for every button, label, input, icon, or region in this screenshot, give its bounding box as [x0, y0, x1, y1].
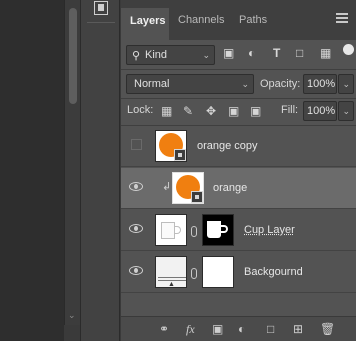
- clipping-arrow-icon: ↲: [162, 181, 172, 193]
- mask-shape: [207, 221, 221, 238]
- panel-tabs: Layers Channels Paths: [121, 0, 356, 40]
- thumbnail-triangle-icon: ▲: [168, 281, 175, 288]
- image-filter-icon[interactable]: ▣: [223, 46, 234, 60]
- lock-artboard-icon[interactable]: ▣: [228, 104, 239, 118]
- eye-icon[interactable]: [129, 266, 143, 275]
- layer-thumbnail: [155, 214, 187, 246]
- new-group-icon[interactable]: □: [267, 322, 274, 336]
- chevron-down-icon: ⌄: [241, 79, 249, 89]
- layer-name: orange: [213, 182, 248, 194]
- layer-row-cup-layer[interactable]: Cup Layer: [121, 210, 356, 251]
- opacity-value: 100%: [307, 78, 336, 90]
- eye-icon[interactable]: [129, 224, 143, 233]
- type-filter-icon[interactable]: T: [273, 46, 280, 60]
- lock-transparent-icon[interactable]: ▦: [161, 104, 172, 118]
- link-chain-icon[interactable]: [191, 226, 197, 237]
- link-layers-icon[interactable]: ⚭: [159, 322, 169, 336]
- chevron-down-icon: ⌄: [342, 106, 350, 116]
- layer-row-background[interactable]: ▲ Backgournd: [121, 252, 356, 293]
- scrollbar-thumb[interactable]: [69, 8, 77, 104]
- layer-row-orange[interactable]: ↲ orange: [121, 168, 356, 209]
- fill-value: 100%: [307, 105, 336, 117]
- layer-thumbnail: [155, 130, 187, 162]
- eye-icon[interactable]: [129, 182, 143, 191]
- filter-toggle-icon[interactable]: [343, 44, 354, 55]
- layer-row-orange-copy[interactable]: orange copy: [121, 126, 356, 167]
- cup-handle: [175, 226, 181, 234]
- visibility-toggle[interactable]: [131, 139, 142, 150]
- layers-bottom-toolbar: ⚭ fx ▣ ◐ □ ⊞ 🗑: [121, 316, 356, 341]
- kind-filter-label: Kind: [145, 49, 168, 61]
- layers-panel: Layers Channels Paths ⚲ Kind ⌄ ▣ ◐ T □ ▦…: [121, 0, 356, 341]
- tab-paths[interactable]: Paths: [239, 14, 267, 26]
- dock-divider: [87, 22, 115, 23]
- lock-image-icon[interactable]: ✎: [183, 104, 193, 118]
- blend-mode-value: Normal: [134, 78, 170, 90]
- chevron-down-icon: ⌄: [342, 79, 350, 89]
- layer-name: Backgournd: [244, 266, 303, 278]
- layer-mask-thumbnail[interactable]: [202, 214, 234, 246]
- blend-mode-select[interactable]: Normal ⌄: [126, 74, 254, 94]
- layer-thumbnail: [172, 172, 204, 204]
- layer-thumbnail: ▲: [155, 256, 187, 288]
- add-mask-icon[interactable]: ▣: [212, 322, 223, 336]
- tab-layers[interactable]: Layers: [121, 8, 169, 40]
- layer-mask-thumbnail[interactable]: [202, 256, 234, 288]
- opacity-input[interactable]: 100%: [303, 74, 337, 94]
- smart-object-badge-icon: [174, 149, 186, 161]
- canvas-scrollbar[interactable]: ⌄: [64, 0, 80, 325]
- smart-object-filter-icon[interactable]: ▦: [320, 46, 331, 60]
- divider: [121, 98, 356, 99]
- shape-filter-icon[interactable]: □: [296, 46, 303, 60]
- opacity-label: Opacity:: [260, 78, 301, 90]
- fill-dropdown[interactable]: ⌄: [338, 101, 354, 121]
- search-icon: ⚲: [132, 50, 141, 62]
- divider: [121, 69, 356, 70]
- layer-name: orange copy: [197, 140, 258, 152]
- new-layer-icon[interactable]: ⊞: [293, 322, 303, 336]
- mask-handle-shape: [221, 225, 228, 233]
- link-chain-icon[interactable]: [191, 268, 197, 279]
- thumbnail-line: [158, 277, 186, 278]
- fill-label: Fill:: [281, 104, 299, 116]
- fx-icon[interactable]: fx: [186, 322, 195, 337]
- fill-input[interactable]: 100%: [303, 101, 337, 121]
- lock-all-icon[interactable]: ▣: [250, 104, 261, 118]
- layer-name: Cup Layer: [244, 224, 295, 236]
- panel-icon[interactable]: [94, 1, 108, 15]
- canvas-area: [0, 0, 64, 341]
- panel-menu-icon[interactable]: [336, 13, 348, 23]
- scroll-down-arrow-icon[interactable]: ⌄: [68, 310, 76, 321]
- adjustment-filter-icon[interactable]: ◐: [248, 46, 255, 60]
- delete-layer-icon[interactable]: 🗑: [320, 322, 335, 336]
- adjustment-layer-icon[interactable]: ◐: [238, 322, 245, 336]
- opacity-dropdown[interactable]: ⌄: [338, 74, 354, 94]
- lock-label: Lock:: [127, 104, 154, 116]
- lock-position-icon[interactable]: ✥: [206, 104, 216, 118]
- tab-channels[interactable]: Channels: [178, 14, 224, 26]
- smart-object-badge-icon: [191, 191, 203, 203]
- chevron-down-icon: ⌄: [202, 50, 210, 60]
- cup-image: [161, 222, 175, 239]
- kind-filter-select[interactable]: ⚲ Kind ⌄: [126, 45, 215, 65]
- panel-dock: [80, 0, 120, 341]
